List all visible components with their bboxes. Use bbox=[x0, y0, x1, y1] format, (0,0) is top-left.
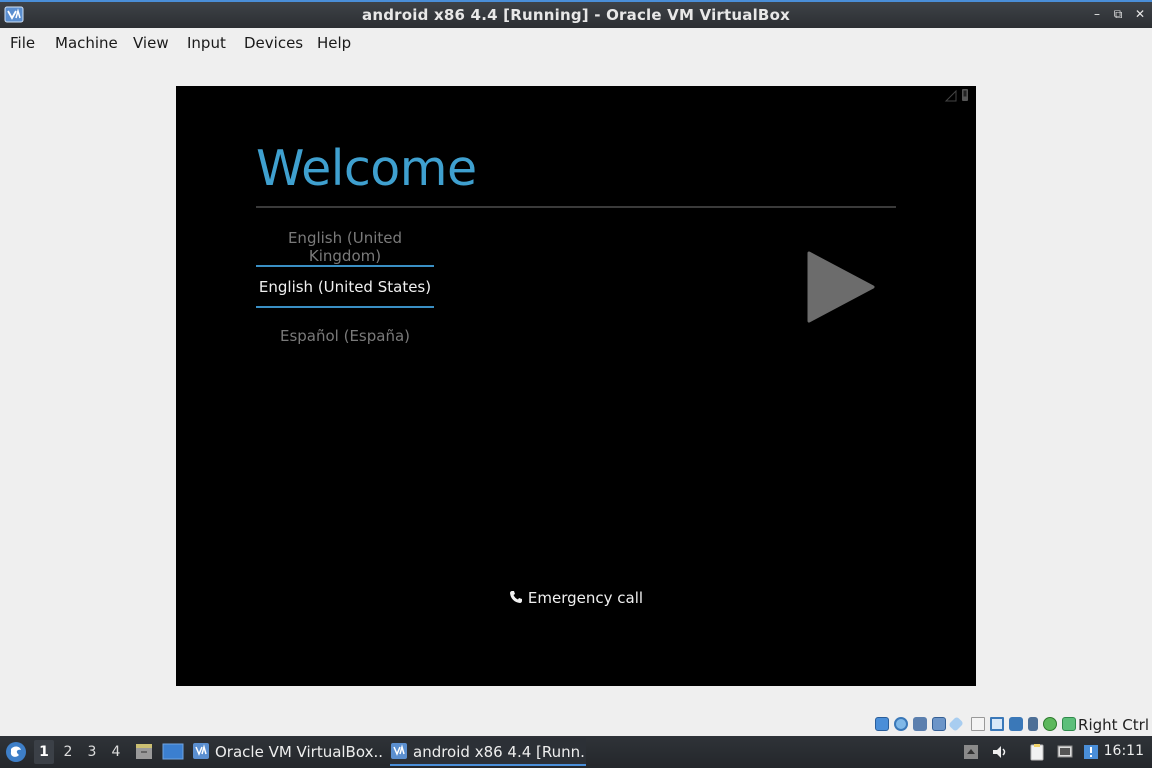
language-picker-top-line bbox=[256, 265, 434, 267]
emergency-call-label: Emergency call bbox=[527, 589, 644, 607]
close-button[interactable]: ✕ bbox=[1133, 7, 1147, 21]
restore-button[interactable]: ⧉ bbox=[1111, 7, 1125, 21]
task-label: android x86 4.4 [Runn... bbox=[413, 743, 586, 761]
task-android-vm[interactable]: android x86 4.4 [Runn... bbox=[390, 738, 586, 766]
mouse-integration-icon[interactable] bbox=[1043, 717, 1057, 731]
menu-help[interactable]: Help bbox=[317, 34, 351, 52]
menu-view[interactable]: View bbox=[133, 34, 169, 52]
optical-disk-icon[interactable] bbox=[894, 717, 908, 731]
file-manager-icon[interactable] bbox=[134, 742, 154, 762]
welcome-heading: Welcome bbox=[256, 140, 477, 197]
next-arrow-icon[interactable] bbox=[806, 251, 876, 323]
start-menu-icon[interactable] bbox=[5, 741, 27, 763]
minimize-button[interactable]: – bbox=[1090, 7, 1104, 21]
audio-icon[interactable] bbox=[913, 717, 927, 731]
network-tray-icon[interactable] bbox=[1056, 743, 1074, 761]
host-key-label: Right Ctrl bbox=[1078, 716, 1149, 734]
window-titlebar: android x86 4.4 [Running] - Oracle VM Vi… bbox=[0, 0, 1152, 28]
virtualbox-vm-icon bbox=[391, 743, 407, 759]
clipboard-icon[interactable] bbox=[1028, 743, 1046, 761]
notification-icon[interactable] bbox=[1082, 743, 1100, 761]
tray-up-arrow-icon[interactable] bbox=[962, 743, 980, 761]
hard-disk-icon[interactable] bbox=[875, 717, 889, 731]
virtualbox-icon bbox=[193, 743, 209, 759]
task-virtualbox-manager[interactable]: Oracle VM VirtualBox... bbox=[192, 738, 384, 766]
clock[interactable]: 16:11 bbox=[1104, 743, 1144, 759]
workspace-4[interactable]: 4 bbox=[106, 744, 126, 760]
workspace-3[interactable]: 3 bbox=[82, 744, 102, 760]
signal-battery-icon bbox=[944, 89, 968, 102]
menu-input[interactable]: Input bbox=[187, 34, 226, 52]
menu-machine[interactable]: Machine bbox=[55, 34, 118, 52]
volume-icon[interactable] bbox=[991, 743, 1009, 761]
workspace-2[interactable]: 2 bbox=[58, 744, 78, 760]
vm-display[interactable]: Welcome English (United Kingdom) English… bbox=[176, 86, 976, 686]
phone-icon bbox=[509, 591, 522, 603]
menu-file[interactable]: File bbox=[10, 34, 35, 52]
language-option-es-es[interactable]: Español (España) bbox=[256, 327, 434, 345]
language-option-en-us[interactable]: English (United States) bbox=[256, 278, 434, 296]
show-desktop-icon[interactable] bbox=[162, 742, 184, 762]
network-icon[interactable] bbox=[932, 717, 946, 731]
keyboard-capture-icon[interactable] bbox=[1062, 717, 1076, 731]
vbox-status-bar: Right Ctrl bbox=[872, 714, 1152, 736]
usb-icon[interactable] bbox=[948, 716, 964, 732]
display-icon[interactable] bbox=[990, 717, 1004, 731]
window-title: android x86 4.4 [Running] - Oracle VM Vi… bbox=[362, 6, 790, 24]
taskbar: 1 2 3 4 Oracle VM VirtualBox... android … bbox=[0, 736, 1152, 768]
menu-devices[interactable]: Devices bbox=[244, 34, 303, 52]
cpu-icon[interactable] bbox=[1028, 717, 1038, 731]
emergency-call-button[interactable]: Emergency call bbox=[176, 589, 976, 607]
language-option-en-gb[interactable]: English (United Kingdom) bbox=[256, 229, 434, 265]
shared-folders-icon[interactable] bbox=[971, 717, 985, 731]
workspace-1[interactable]: 1 bbox=[34, 740, 54, 764]
video-capture-icon[interactable] bbox=[1009, 717, 1023, 731]
menubar: File Machine View Input Devices Help bbox=[0, 28, 1152, 58]
language-picker-bottom-line bbox=[256, 306, 434, 308]
welcome-divider bbox=[256, 206, 896, 208]
task-label: Oracle VM VirtualBox... bbox=[215, 743, 384, 761]
